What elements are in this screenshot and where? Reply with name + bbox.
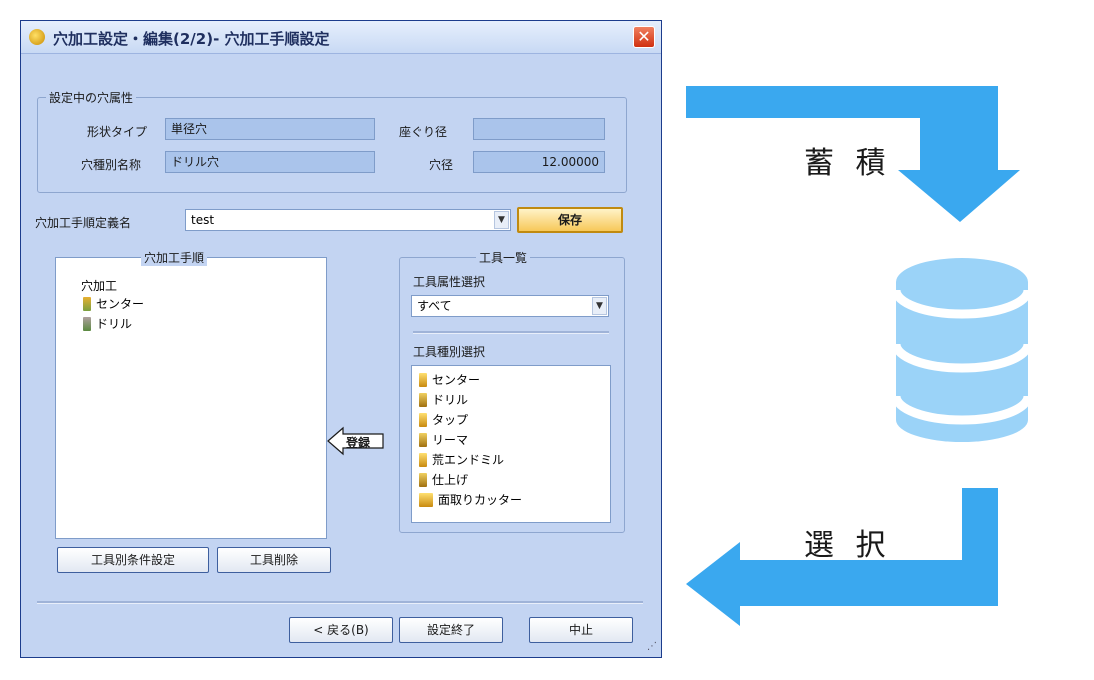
finish-endmill-icon [419, 472, 427, 487]
tree-root-label: 穴加工 [81, 279, 118, 293]
finish-button[interactable]: 設定終了 [399, 617, 503, 643]
resize-grip-icon[interactable]: ⋰ [647, 641, 657, 652]
drill-icon [419, 392, 427, 407]
diameter-label: 穴径 [429, 158, 454, 172]
tool-item-label: 仕上げ [432, 473, 469, 487]
tool-kind-select-label: 工具種別選択 [413, 345, 486, 359]
procedure-name-combo[interactable]: test ▼ [185, 209, 511, 231]
tool-item-chamfer[interactable]: 面取りカッター [419, 491, 522, 508]
tool-divider [413, 331, 609, 334]
center-drill-icon [419, 372, 427, 387]
shape-type-field: 単径穴 [165, 118, 375, 140]
store-label: 蓄 積 [804, 146, 892, 181]
tree-item-label: センター [96, 297, 145, 311]
tool-attr-select-label: 工具属性選択 [413, 275, 486, 289]
tool-item-tap[interactable]: タップ [419, 411, 468, 428]
tool-item-center[interactable]: センター [419, 371, 480, 388]
tool-item-rough-endmill[interactable]: 荒エンドミル [419, 451, 504, 468]
database-icon [891, 258, 1033, 442]
tool-item-label: リーマ [432, 433, 469, 447]
tool-attr-value: すべて [417, 299, 452, 313]
tool-item-label: センター [432, 373, 481, 387]
shape-type-label: 形状タイプ [87, 125, 148, 139]
center-drill-icon [83, 296, 91, 311]
tree-item-label: ドリル [96, 317, 133, 331]
footer-divider [37, 601, 643, 604]
counterbore-field [473, 118, 605, 140]
tool-item-label: 荒エンドミル [432, 453, 505, 467]
hole-procedure-dialog: 穴加工設定・編集(2/2)- 穴加工手順設定 ✕ 設定中の穴属性 形状タイプ 単… [20, 20, 662, 658]
close-icon[interactable]: ✕ [633, 26, 655, 48]
tree-root-item[interactable]: 穴加工 [81, 277, 117, 294]
reamer-icon [419, 432, 427, 447]
procedure-name-label: 穴加工手順定義名 [35, 216, 132, 230]
app-icon [29, 29, 45, 45]
hole-kind-field: ドリル穴 [165, 151, 375, 173]
counterbore-label: 座ぐり径 [399, 125, 448, 139]
procedure-name-value: test [191, 213, 215, 227]
hole-attribute-legend: 設定中の穴属性 [46, 89, 137, 106]
hole-attribute-group: 設定中の穴属性 [37, 89, 627, 193]
register-button[interactable]: 登録 [327, 426, 385, 456]
drill-icon [83, 316, 91, 331]
hole-kind-label: 穴種別名称 [81, 158, 142, 172]
tool-item-label: タップ [432, 413, 469, 427]
tool-item-label: ドリル [432, 393, 469, 407]
endmill-icon [419, 452, 427, 467]
tree-item-drill[interactable]: ドリル [83, 315, 132, 332]
tool-condition-button[interactable]: 工具別条件設定 [57, 547, 209, 573]
register-label: 登録 [346, 436, 371, 450]
diameter-field: 12.00000 [473, 151, 605, 173]
back-button[interactable]: < 戻る(B) [289, 617, 393, 643]
chamfer-cutter-icon [419, 492, 433, 507]
dropdown-arrow-icon[interactable]: ▼ [592, 297, 607, 315]
title-bar[interactable]: 穴加工設定・編集(2/2)- 穴加工手順設定 ✕ [21, 21, 661, 54]
save-button[interactable]: 保存 [517, 207, 623, 233]
tool-delete-button[interactable]: 工具削除 [217, 547, 331, 573]
tool-item-reamer[interactable]: リーマ [419, 431, 468, 448]
procedure-list-legend: 穴加工手順 [141, 249, 208, 266]
tool-item-finish[interactable]: 仕上げ [419, 471, 468, 488]
cancel-button[interactable]: 中止 [529, 617, 633, 643]
tool-item-drill[interactable]: ドリル [419, 391, 468, 408]
tree-item-center[interactable]: センター [83, 295, 144, 312]
window-title: 穴加工設定・編集(2/2)- 穴加工手順設定 [53, 30, 330, 48]
tool-attr-combo[interactable]: すべて ▼ [411, 295, 609, 317]
tool-list-legend: 工具一覧 [476, 249, 531, 266]
dropdown-arrow-icon[interactable]: ▼ [494, 211, 509, 229]
tap-icon [419, 412, 427, 427]
select-label: 選 択 [804, 528, 892, 563]
tool-item-label: 面取りカッター [438, 493, 523, 507]
